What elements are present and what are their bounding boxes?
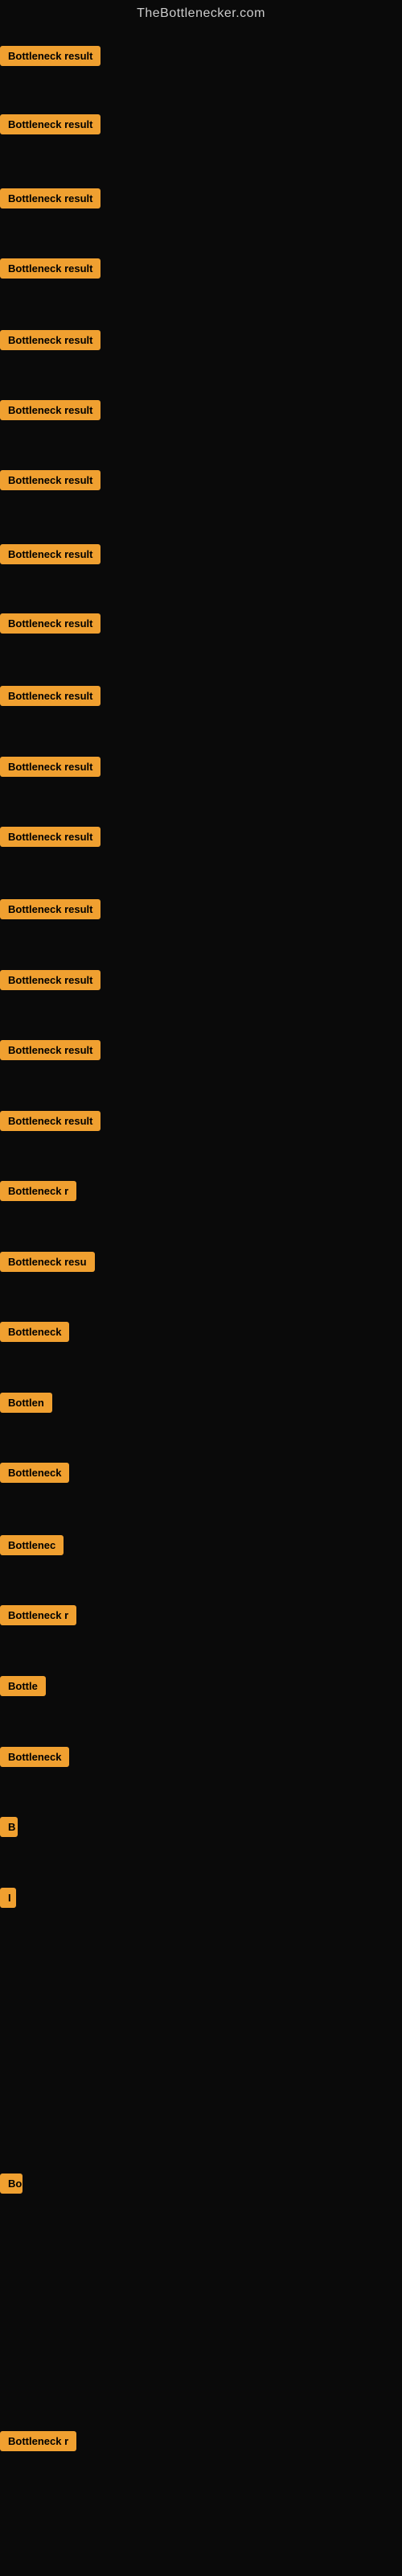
bottleneck-item: Bottleneck result xyxy=(0,470,100,494)
bottleneck-item: B xyxy=(0,1817,18,1841)
bottleneck-item: Bottleneck result xyxy=(0,1111,100,1135)
bottleneck-badge: Bottleneck r xyxy=(0,1605,76,1625)
bottleneck-badge: Bottleneck result xyxy=(0,970,100,990)
bottleneck-item: Bottleneck result xyxy=(0,188,100,213)
bottleneck-item: Bottleneck result xyxy=(0,686,100,710)
bottleneck-badge: Bottleneck r xyxy=(0,1181,76,1201)
bottleneck-badge: Bottlen xyxy=(0,1393,52,1413)
bottleneck-badge: Bottleneck result xyxy=(0,544,100,564)
bottleneck-badge: Bottleneck result xyxy=(0,757,100,777)
bottleneck-item: Bottleneck xyxy=(0,1747,69,1771)
bottleneck-item: Bottleneck result xyxy=(0,544,100,568)
site-title: TheBottlenecker.com xyxy=(0,0,402,27)
bottleneck-item: Bottleneck result xyxy=(0,827,100,851)
bottleneck-badge: Bottleneck result xyxy=(0,613,100,634)
bottleneck-badge: Bottleneck result xyxy=(0,899,100,919)
bottleneck-badge: Bottleneck xyxy=(0,1747,69,1767)
bottleneck-item: Bottle xyxy=(0,1676,46,1700)
bottleneck-item: Bottleneck result xyxy=(0,46,100,70)
bottleneck-item: Bottleneck result xyxy=(0,400,100,424)
bottleneck-badge: Bo xyxy=(0,2174,23,2194)
bottleneck-badge: Bottleneck resu xyxy=(0,1252,95,1272)
bottleneck-item: Bottleneck r xyxy=(0,1605,76,1629)
bottleneck-badge: Bottle xyxy=(0,1676,46,1696)
bottleneck-item: Bottleneck r xyxy=(0,2431,76,2455)
bottleneck-badge: Bottleneck result xyxy=(0,330,100,350)
bottleneck-item: Bottleneck r xyxy=(0,1181,76,1205)
bottleneck-badge: Bottleneck result xyxy=(0,470,100,490)
bottleneck-item: Bottleneck result xyxy=(0,114,100,138)
bottleneck-badge: Bottleneck result xyxy=(0,1111,100,1131)
bottleneck-badge: Bottleneck result xyxy=(0,400,100,420)
bottleneck-item: Bottleneck xyxy=(0,1322,69,1346)
bottleneck-item: Bottleneck result xyxy=(0,757,100,781)
bottleneck-item: Bottlenec xyxy=(0,1535,64,1559)
bottleneck-badge: Bottleneck xyxy=(0,1463,69,1483)
bottleneck-item: Bottleneck result xyxy=(0,970,100,994)
bottleneck-badge: Bottleneck result xyxy=(0,114,100,134)
bottleneck-badge: Bottleneck xyxy=(0,1322,69,1342)
bottleneck-item: Bo xyxy=(0,2174,23,2198)
bottleneck-badge: Bottleneck result xyxy=(0,188,100,208)
bottleneck-badge: Bottleneck result xyxy=(0,827,100,847)
bottleneck-badge: Bottleneck r xyxy=(0,2431,76,2451)
bottleneck-item: Bottlen xyxy=(0,1393,52,1417)
bottleneck-badge: B xyxy=(0,1817,18,1837)
bottleneck-item: Bottleneck result xyxy=(0,330,100,354)
bottleneck-badge: Bottlenec xyxy=(0,1535,64,1555)
bottleneck-item: Bottleneck result xyxy=(0,613,100,638)
bottleneck-item: Bottleneck result xyxy=(0,899,100,923)
bottleneck-item: Bottleneck resu xyxy=(0,1252,95,1276)
bottleneck-badge: Bottleneck result xyxy=(0,258,100,279)
bottleneck-badge: Bottleneck result xyxy=(0,686,100,706)
bottleneck-item: I xyxy=(0,1888,16,1912)
bottleneck-item: Bottleneck result xyxy=(0,258,100,283)
bottleneck-badge: Bottleneck result xyxy=(0,1040,100,1060)
bottleneck-item: Bottleneck xyxy=(0,1463,69,1487)
bottleneck-item: Bottleneck result xyxy=(0,1040,100,1064)
bottleneck-badge: Bottleneck result xyxy=(0,46,100,66)
bottleneck-badge: I xyxy=(0,1888,16,1908)
